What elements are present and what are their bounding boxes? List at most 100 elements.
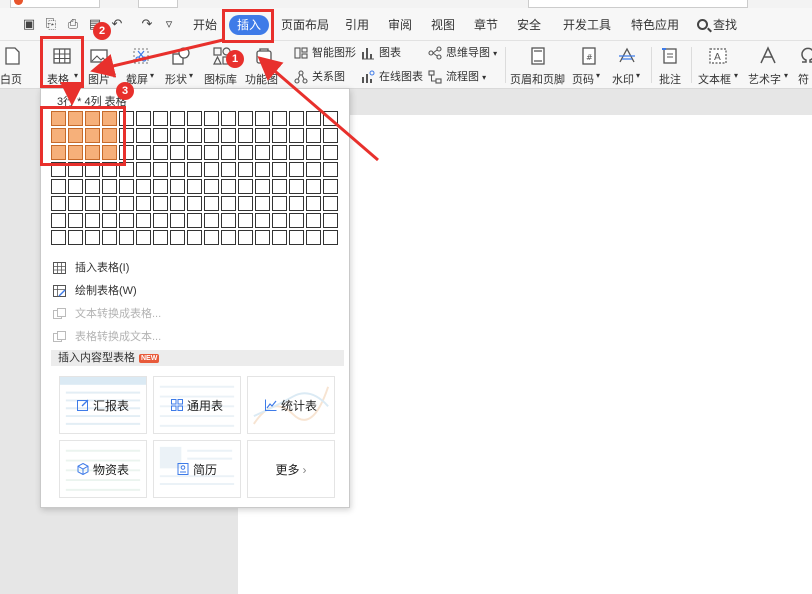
grid-cell[interactable] <box>238 111 253 126</box>
grid-cell[interactable] <box>323 179 338 194</box>
grid-cell[interactable] <box>272 179 287 194</box>
picture-button[interactable]: 图片 ▾ <box>84 43 120 89</box>
grid-cell[interactable] <box>68 230 83 245</box>
grid-cell[interactable] <box>221 196 236 211</box>
grid-cell[interactable] <box>102 162 117 177</box>
tab-chapter[interactable]: 章节 <box>474 17 498 33</box>
grid-cell-selected[interactable] <box>85 128 100 143</box>
grid-cell[interactable] <box>289 145 304 160</box>
grid-cell[interactable] <box>51 179 66 194</box>
undo-icon[interactable]: ↶ <box>110 17 124 31</box>
shape-button[interactable]: 形状 ▾ <box>163 43 199 89</box>
grid-cell[interactable] <box>170 179 185 194</box>
grid-cell[interactable] <box>68 213 83 228</box>
grid-cell[interactable] <box>221 162 236 177</box>
grid-cell[interactable] <box>306 196 321 211</box>
grid-cell[interactable] <box>323 213 338 228</box>
grid-cell[interactable] <box>51 230 66 245</box>
grid-cell[interactable] <box>221 179 236 194</box>
grid-cell[interactable] <box>187 145 202 160</box>
grid-cell-selected[interactable] <box>102 111 117 126</box>
insert-table-item[interactable]: 插入表格(I) <box>51 259 129 277</box>
document-tab[interactable] <box>528 0 748 8</box>
grid-cell-selected[interactable] <box>51 128 66 143</box>
grid-cell[interactable] <box>119 111 134 126</box>
customize-quickbar-icon[interactable]: ▿ <box>162 17 176 31</box>
grid-cell[interactable] <box>153 145 168 160</box>
grid-cell[interactable] <box>187 230 202 245</box>
grid-cell[interactable] <box>238 162 253 177</box>
grid-cell[interactable] <box>204 213 219 228</box>
grid-cell[interactable] <box>119 128 134 143</box>
mindmap-button[interactable]: 思维导图 ▾ <box>428 45 497 61</box>
more-templates-card[interactable]: 更多 › <box>247 440 335 498</box>
grid-cell-selected[interactable] <box>68 145 83 160</box>
grid-cell[interactable] <box>85 196 100 211</box>
grid-cell[interactable] <box>272 145 287 160</box>
table-to-text-item[interactable]: 表格转换成文本... <box>51 328 161 346</box>
flowchart-button[interactable]: 流程图 ▾ <box>428 69 486 85</box>
document-tab[interactable] <box>10 0 100 8</box>
grid-cell[interactable] <box>255 128 270 143</box>
grid-cell[interactable] <box>272 230 287 245</box>
grid-cell[interactable] <box>136 196 151 211</box>
grid-cell[interactable] <box>85 162 100 177</box>
grid-cell[interactable] <box>170 162 185 177</box>
grid-cell[interactable] <box>153 128 168 143</box>
grid-cell[interactable] <box>102 196 117 211</box>
grid-cell[interactable] <box>323 111 338 126</box>
grid-cell[interactable] <box>68 162 83 177</box>
grid-cell[interactable] <box>238 145 253 160</box>
grid-cell[interactable] <box>255 111 270 126</box>
grid-cell[interactable] <box>102 179 117 194</box>
grid-cell[interactable] <box>306 111 321 126</box>
grid-cell[interactable] <box>306 213 321 228</box>
grid-cell[interactable] <box>85 230 100 245</box>
grid-cell[interactable] <box>136 128 151 143</box>
grid-cell[interactable] <box>136 230 151 245</box>
grid-cell[interactable] <box>323 162 338 177</box>
chart-button[interactable]: 图表 <box>361 45 401 61</box>
tab-references[interactable]: 引用 <box>345 17 369 33</box>
grid-cell[interactable] <box>85 179 100 194</box>
grid-cell[interactable] <box>306 230 321 245</box>
blank-page-button[interactable]: 白页 <box>0 43 32 89</box>
grid-cell-selected[interactable] <box>102 128 117 143</box>
grid-cell-selected[interactable] <box>51 145 66 160</box>
grid-cell[interactable] <box>272 196 287 211</box>
grid-cell[interactable] <box>136 213 151 228</box>
grid-cell[interactable] <box>221 213 236 228</box>
tab-start[interactable]: 开始 <box>193 17 217 33</box>
tab-view[interactable]: 视图 <box>431 17 455 33</box>
tab-page-layout[interactable]: 页面布局 <box>281 17 329 33</box>
tab-special-apps[interactable]: 特色应用 <box>631 17 679 33</box>
grid-cell[interactable] <box>170 196 185 211</box>
smart-graphic-button[interactable]: 智能图形 <box>294 45 356 61</box>
grid-cell-selected[interactable] <box>68 128 83 143</box>
grid-cell[interactable] <box>221 145 236 160</box>
grid-cell[interactable] <box>289 230 304 245</box>
symbol-button[interactable]: 符 <box>796 43 812 89</box>
grid-cell[interactable] <box>289 213 304 228</box>
grid-cell[interactable] <box>153 196 168 211</box>
tab-developer[interactable]: 开发工具 <box>563 17 611 33</box>
tab-security[interactable]: 安全 <box>517 17 541 33</box>
export-icon[interactable]: ⎘ <box>44 17 58 31</box>
grid-cell[interactable] <box>187 128 202 143</box>
function-chart-button[interactable]: 功能图 <box>245 43 285 89</box>
textbox-button[interactable]: A 文本框 ▾ <box>697 43 743 89</box>
grid-cell[interactable] <box>323 196 338 211</box>
grid-cell[interactable] <box>119 213 134 228</box>
grid-cell[interactable] <box>170 128 185 143</box>
print-icon[interactable]: ⎙ <box>66 17 80 31</box>
redo-icon[interactable]: ↷ <box>140 17 154 31</box>
online-chart-button[interactable]: 在线图表 <box>361 69 423 85</box>
grid-cell[interactable] <box>170 145 185 160</box>
grid-cell[interactable] <box>272 128 287 143</box>
grid-cell[interactable] <box>306 145 321 160</box>
grid-cell[interactable] <box>204 179 219 194</box>
header-footer-button[interactable]: 页眉和页脚 <box>510 43 566 89</box>
grid-cell[interactable] <box>289 196 304 211</box>
grid-cell[interactable] <box>289 179 304 194</box>
wordart-button[interactable]: 艺术字 ▾ <box>747 43 793 89</box>
